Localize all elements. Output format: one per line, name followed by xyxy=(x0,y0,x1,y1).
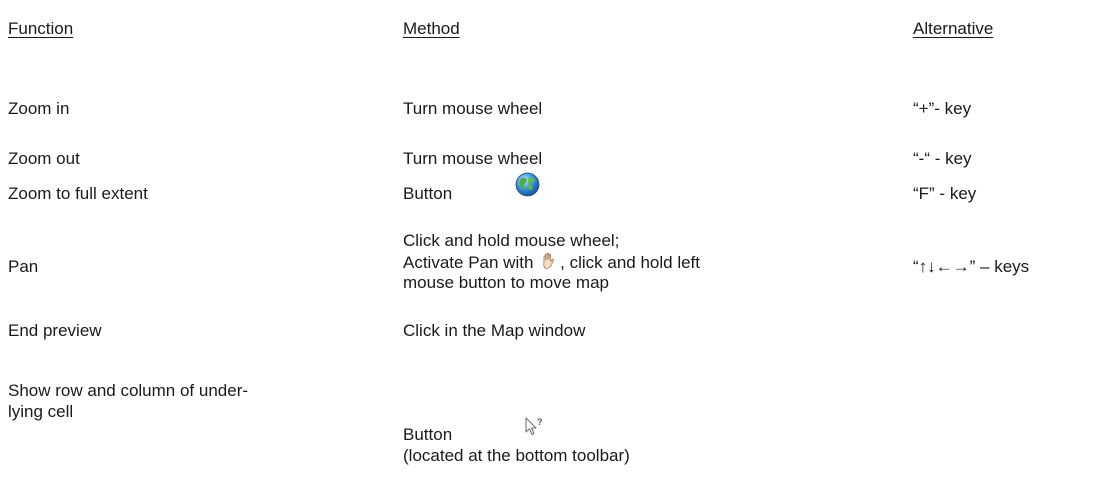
cursor-query-icon[interactable]: ? xyxy=(523,416,545,438)
row-pan-method-line3: mouse button to move map xyxy=(403,273,610,292)
row-pan-method-line1: Click and hold mouse wheel; xyxy=(403,231,620,250)
header-alternative: Alternative xyxy=(913,19,994,38)
row-zoom-in-method: Turn mouse wheel xyxy=(403,99,543,118)
row-show-cell-method-line2: (located at the bottom toolbar) xyxy=(403,446,630,465)
row-pan-function: Pan xyxy=(8,257,39,276)
row-show-cell-method-line1: Button xyxy=(403,425,453,444)
hand-pan-icon[interactable] xyxy=(539,251,559,271)
header-method: Method xyxy=(403,19,460,38)
row-pan-method-line2-pre: Activate Pan with xyxy=(403,253,534,272)
row-zoom-full-method: Button xyxy=(403,184,453,203)
row-pan-method-line2-post: , click and hold left xyxy=(560,253,700,272)
globe-icon[interactable] xyxy=(515,172,540,197)
header-function: Function xyxy=(8,19,74,38)
row-zoom-full-alternative: “F” - key xyxy=(913,184,977,203)
row-zoom-in-function: Zoom in xyxy=(8,99,70,118)
row-end-preview-method: Click in the Map window xyxy=(403,321,586,340)
row-zoom-out-alternative: “-“ - key xyxy=(913,149,972,168)
row-show-cell-function-line1: Show row and column of under- xyxy=(8,381,249,400)
row-show-cell-function-line2: lying cell xyxy=(8,402,74,421)
row-zoom-full-function: Zoom to full extent xyxy=(8,184,148,203)
row-zoom-out-method: Turn mouse wheel xyxy=(403,149,543,168)
row-pan-alternative: “↑↓←→” – keys xyxy=(913,257,1030,276)
row-zoom-in-alternative: “+”- key xyxy=(913,99,972,118)
svg-text:?: ? xyxy=(537,417,543,427)
row-zoom-out-function: Zoom out xyxy=(8,149,80,168)
row-pan-method-line2: Activate Pan with , click and hold left xyxy=(403,251,700,273)
row-end-preview-function: End preview xyxy=(8,321,102,340)
